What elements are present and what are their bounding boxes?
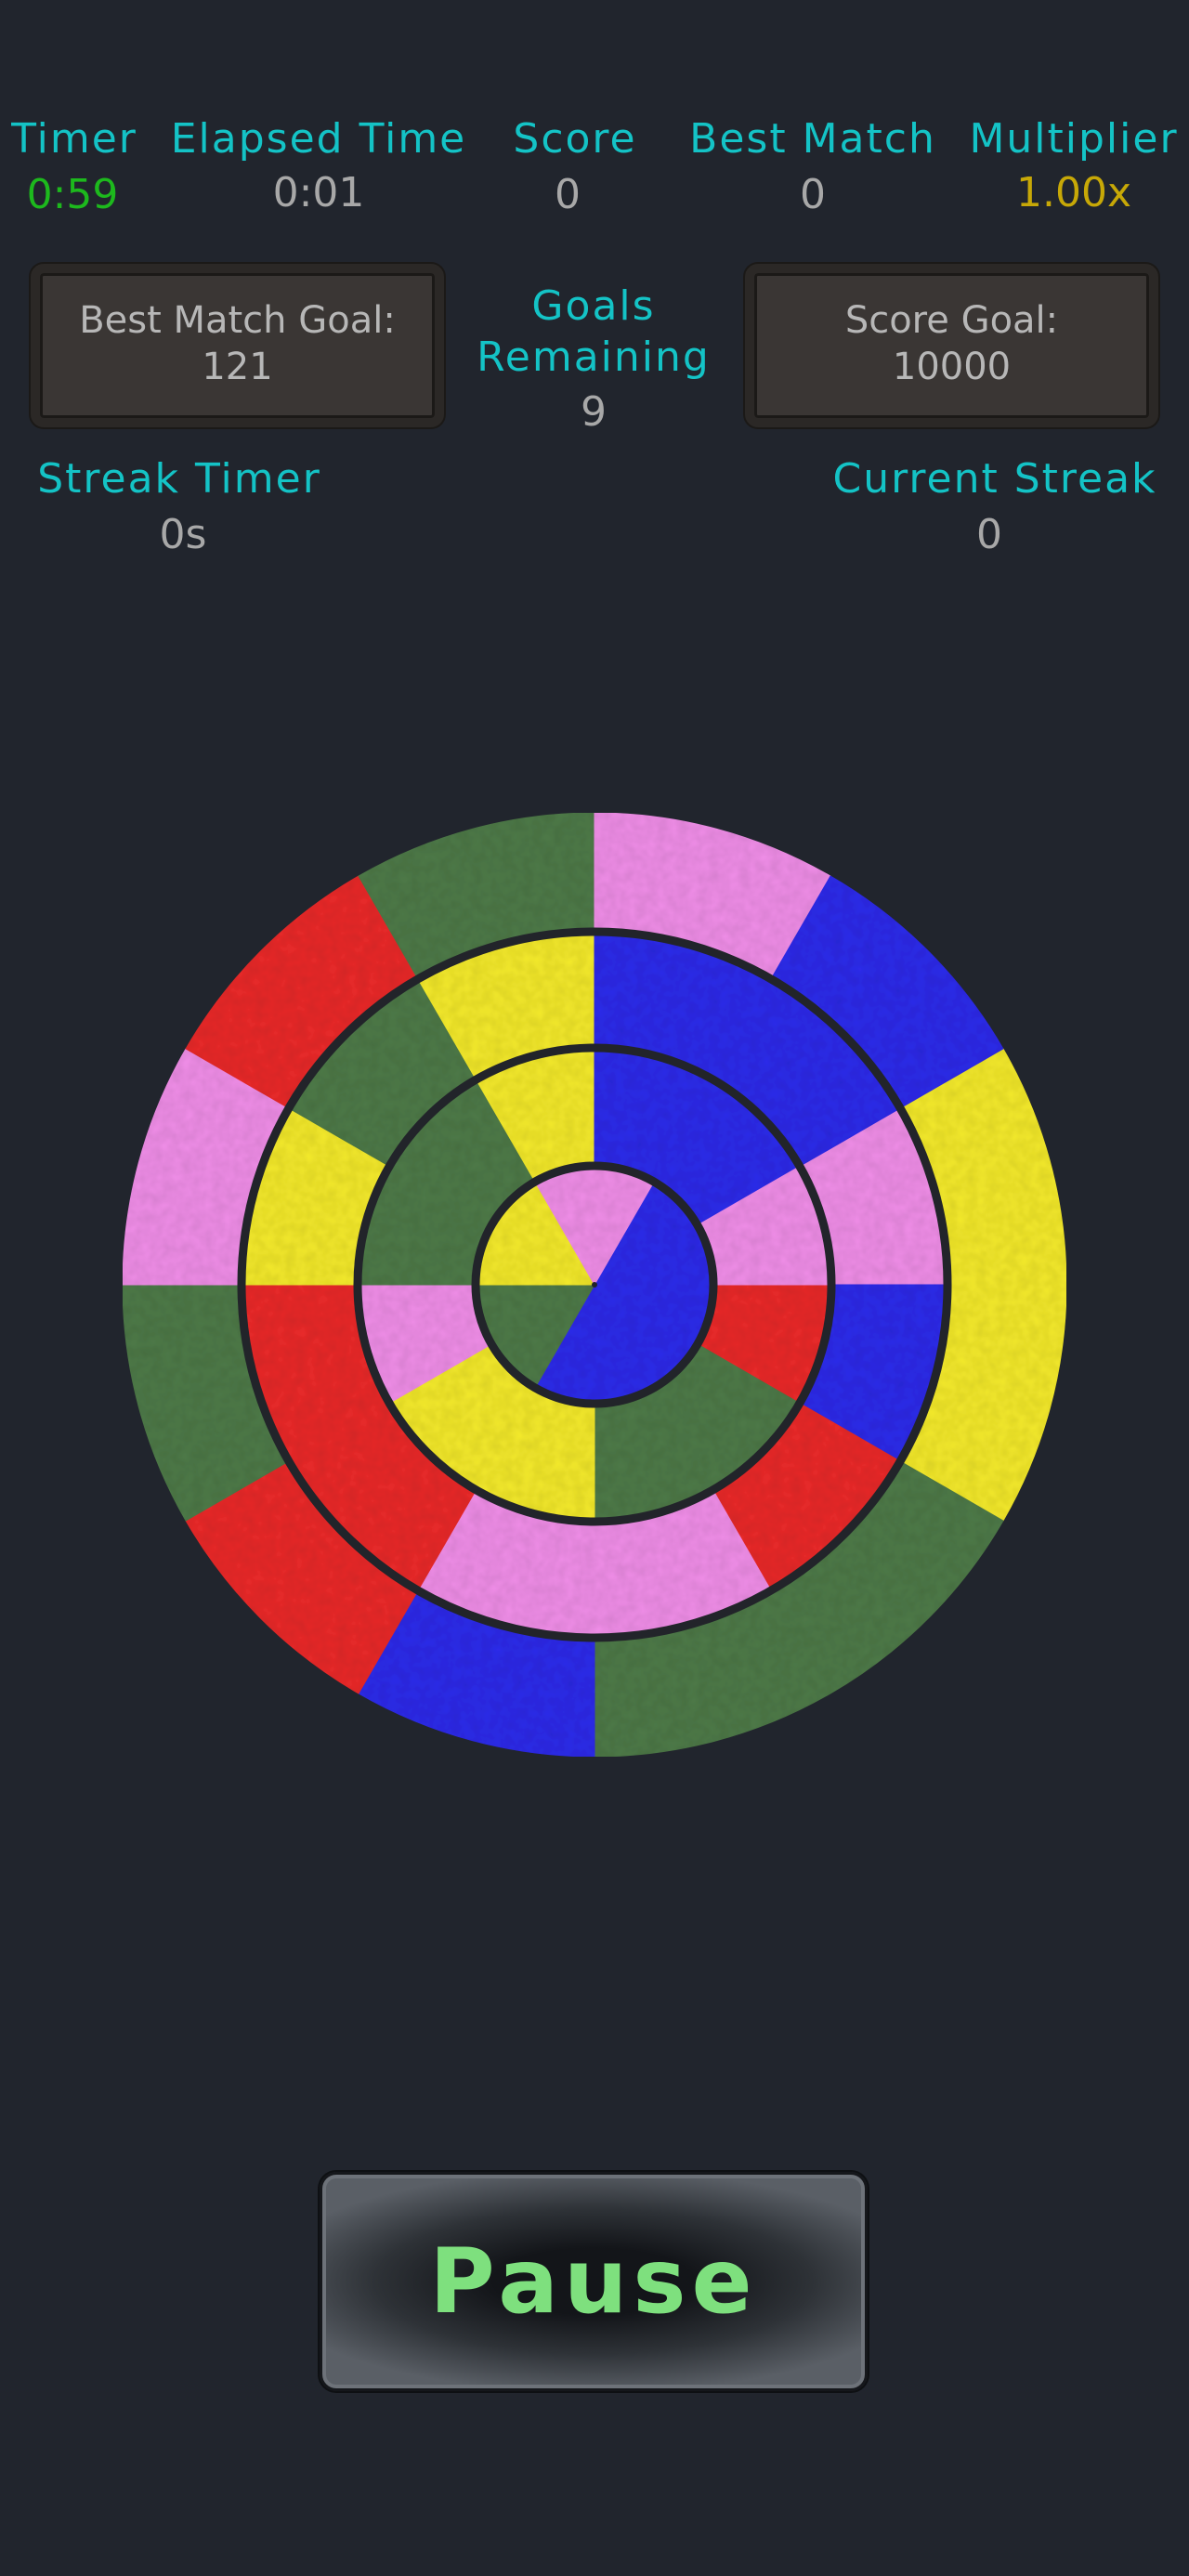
score-value: 0	[555, 171, 581, 218]
best-match-label: Best Match	[689, 115, 936, 163]
goals-remaining-label-line2: Remaining	[477, 333, 711, 381]
goals-remaining-label-line1: Goals	[531, 282, 656, 330]
score-goal-value: 10000	[892, 346, 1012, 388]
best-match-goal-label: Best Match Goal:	[79, 299, 396, 342]
elapsed-time-value: 0:01	[272, 169, 365, 216]
streak-timer-value: 0s	[159, 511, 207, 558]
score-goal-box: Score Goal: 10000	[745, 264, 1158, 427]
best-match-value: 0	[800, 171, 826, 218]
best-match-goal-value: 121	[202, 346, 273, 388]
pause-button[interactable]: Pause	[320, 2172, 868, 2391]
color-wheel[interactable]	[121, 811, 1068, 1759]
streak-timer-label: Streak Timer	[37, 455, 321, 503]
timer-value: 0:59	[26, 171, 119, 218]
timer-label: Timer	[11, 115, 137, 163]
score-label: Score	[513, 115, 637, 163]
goals-remaining-label: Goals Remaining	[477, 281, 711, 383]
pause-button-label: Pause	[429, 2229, 758, 2334]
wheel-center-dot	[592, 1282, 597, 1288]
game-screen: Timer 0:59 Elapsed Time 0:01 Score 0 Bes…	[0, 0, 1189, 2576]
elapsed-time-label: Elapsed Time	[170, 115, 467, 163]
current-streak-label: Current Streak	[832, 455, 1157, 503]
score-goal-label: Score Goal:	[844, 299, 1059, 342]
current-streak-value: 0	[976, 511, 1002, 558]
best-match-goal-box: Best Match Goal: 121	[31, 264, 444, 427]
multiplier-label: Multiplier	[969, 115, 1179, 163]
goals-remaining-value: 9	[581, 388, 607, 436]
multiplier-value: 1.00x	[1015, 169, 1132, 216]
